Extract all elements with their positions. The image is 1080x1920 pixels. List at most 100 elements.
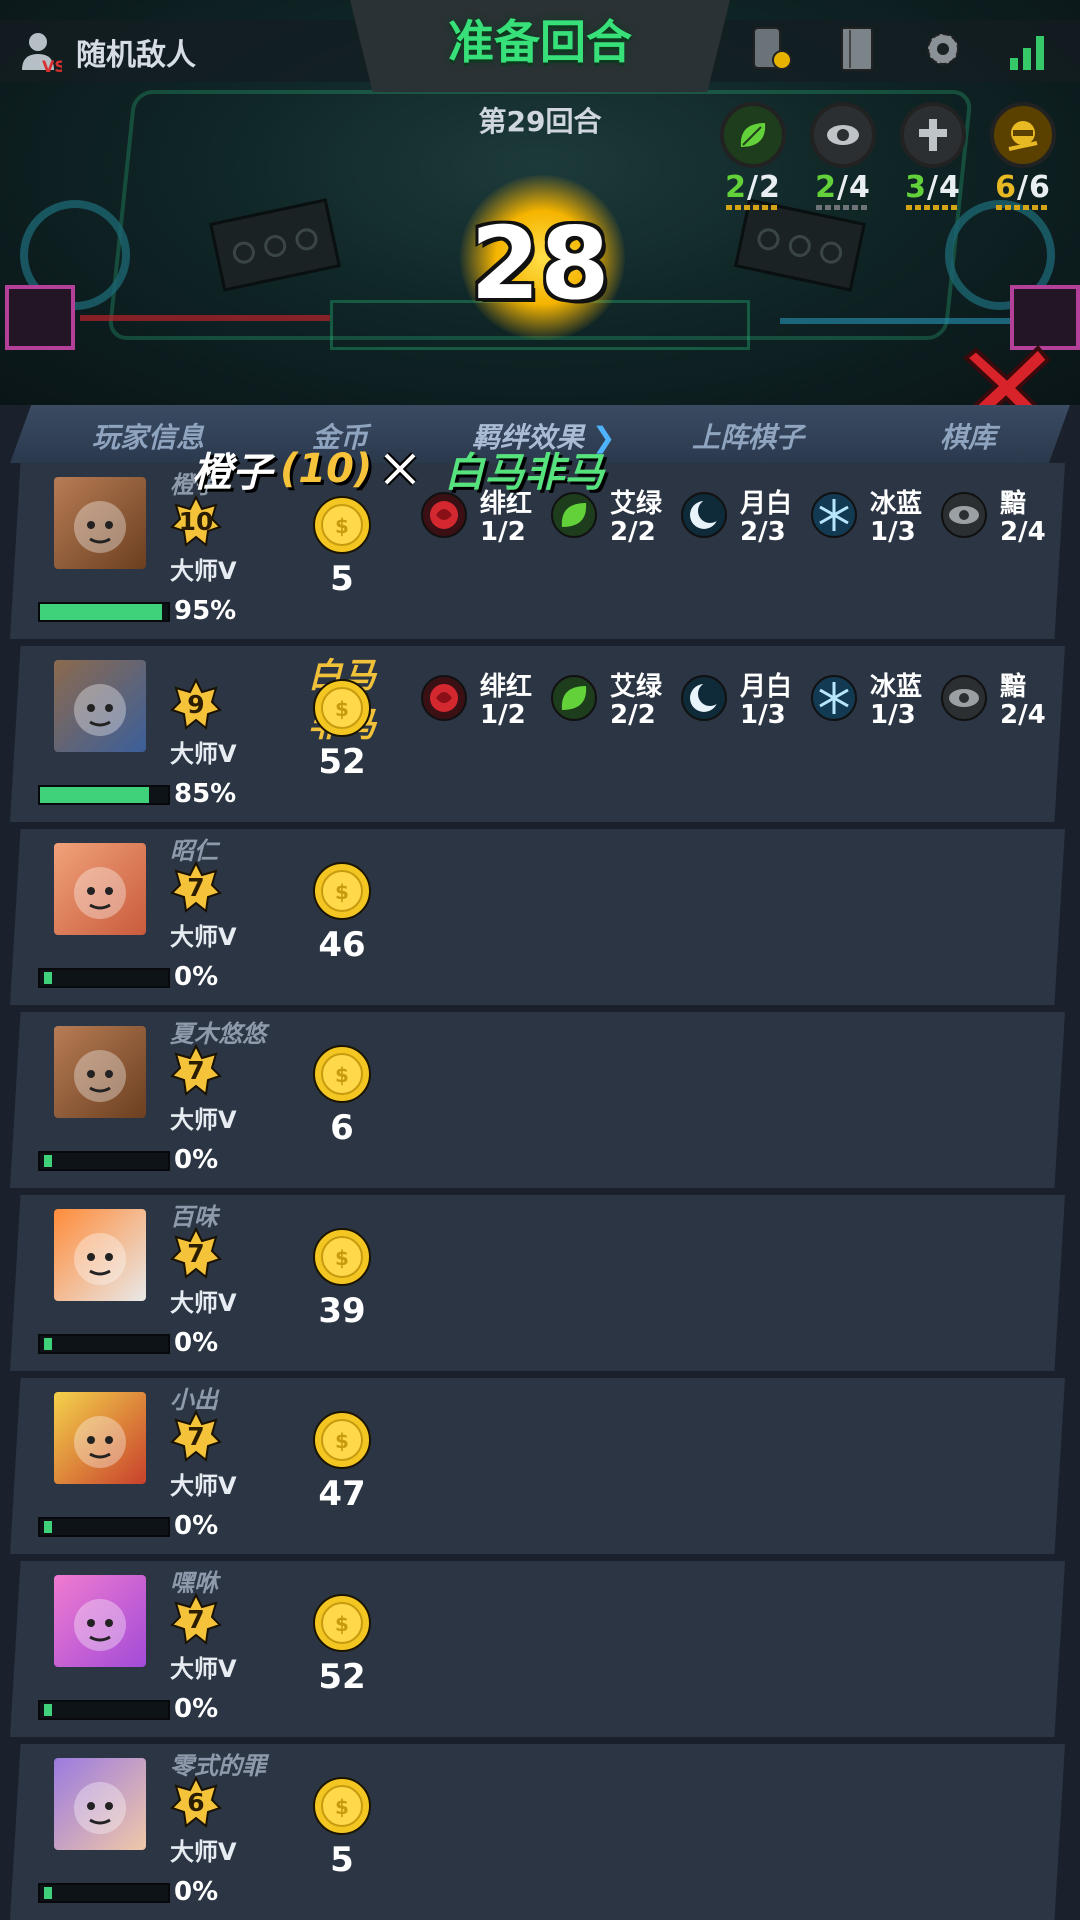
player-gold: 52 — [318, 742, 366, 782]
tab-deployed[interactable]: 上阵棋子 — [692, 416, 804, 456]
trait-total-count: /4 — [837, 170, 871, 205]
synergy-name: 艾绿 — [610, 489, 663, 519]
synergy-name: 艾绿 — [610, 672, 663, 702]
battle-indicator: 橙子 (10) 白马非马 — [192, 440, 604, 498]
player-rank: 大师V — [170, 740, 237, 768]
gold-coin-icon: $ — [313, 1594, 371, 1652]
random-enemy-button[interactable]: VS 随机敌人 — [18, 28, 196, 76]
synergy-item[interactable]: 冰蓝 1/3 — [810, 483, 940, 563]
player-rank: 大师V — [170, 557, 237, 585]
player-avatar[interactable] — [54, 1026, 146, 1118]
player-avatar[interactable] — [54, 1209, 146, 1301]
synergy-count: 2/2 — [610, 700, 656, 730]
player-gold: 5 — [330, 559, 354, 599]
player-level: 7 — [187, 1239, 205, 1268]
xp-bar — [38, 785, 170, 805]
tab-player-info[interactable]: 玩家信息 — [92, 416, 204, 456]
synergy-count: 2/4 — [1000, 517, 1046, 547]
gold-coin-icon: $ — [313, 1228, 371, 1286]
book-icon[interactable] — [834, 24, 880, 74]
battle-player-b: 白马非马 — [444, 450, 605, 496]
synergy-name: 冰蓝 — [870, 489, 923, 519]
tab-bench[interactable]: 棋库 — [940, 416, 996, 456]
trait-total-count: /2 — [747, 170, 781, 205]
battle-player-a: 橙子 — [192, 450, 272, 496]
synergy-name: 冰蓝 — [870, 672, 923, 702]
trait-ninja[interactable]: 6/6 — [990, 102, 1056, 210]
player-avatar[interactable] — [54, 843, 146, 935]
synergy-count: 1/3 — [740, 700, 786, 730]
synergy-item[interactable]: 月白 2/3 — [680, 483, 810, 563]
synergy-item[interactable]: 黯 2/4 — [940, 666, 1070, 746]
crossed-swords-icon — [383, 452, 418, 486]
trait-cross[interactable]: 3/4 — [900, 102, 966, 210]
trait-eye[interactable]: 2/4 — [810, 102, 876, 210]
random-enemy-label: 随机敌人 — [76, 38, 196, 73]
synergy-count: 2/4 — [1000, 700, 1046, 730]
xp-bar — [38, 1700, 170, 1720]
xp-bar — [38, 1883, 170, 1903]
player-avatar[interactable] — [54, 1575, 146, 1667]
xp-bar — [38, 1517, 170, 1537]
svg-text:$: $ — [335, 514, 349, 538]
xp-percent: 0% — [174, 1877, 219, 1907]
xp-percent: 95% — [174, 596, 237, 626]
synergy-item[interactable]: 艾绿 2/2 — [550, 666, 680, 746]
synergy-count: 2/2 — [610, 517, 656, 547]
player-avatar[interactable] — [54, 1392, 146, 1484]
player-avatar[interactable] — [54, 477, 146, 569]
player-level: 7 — [187, 1056, 205, 1085]
snowflake-icon — [810, 674, 858, 722]
xp-percent: 0% — [174, 962, 219, 992]
player-rank: 大师V — [170, 1655, 237, 1683]
phone-sync-icon[interactable] — [748, 24, 794, 74]
synergy-count: 1/3 — [870, 700, 916, 730]
gold-coin-icon: $ — [313, 1411, 371, 1469]
synergy-item[interactable]: 冰蓝 1/3 — [810, 666, 940, 746]
snowflake-icon — [810, 491, 858, 539]
synergy-name: 绯红 — [480, 672, 533, 702]
player-level: 7 — [187, 1605, 205, 1634]
trait-active-count: 2 — [815, 170, 838, 205]
synergy-count: 1/2 — [480, 700, 526, 730]
synergy-item[interactable]: 黯 2/4 — [940, 483, 1070, 563]
trait-active-count: 3 — [905, 170, 928, 205]
player-level: 7 — [187, 1422, 205, 1451]
svg-text:$: $ — [335, 697, 349, 721]
monitor-left — [5, 285, 75, 350]
svg-text:$: $ — [335, 1612, 349, 1636]
player-rank: 大师V — [170, 923, 237, 951]
svg-text:$: $ — [335, 1795, 349, 1819]
moon-icon — [680, 674, 728, 722]
player-gold: 6 — [330, 1108, 354, 1148]
trait-leaf[interactable]: 2/2 — [720, 102, 786, 210]
gold-coin-icon: $ — [313, 679, 371, 737]
player-level: 6 — [187, 1788, 205, 1817]
leaf-icon — [550, 491, 598, 539]
synergy-item[interactable]: 月白 1/3 — [680, 666, 810, 746]
player-gold: 39 — [318, 1291, 366, 1331]
player-level: 10 — [178, 507, 214, 536]
trait-total-count: /6 — [1017, 170, 1051, 205]
synergy-item[interactable]: 绯红 1/2 — [420, 666, 550, 746]
rose-icon — [420, 491, 468, 539]
player-level: 9 — [187, 690, 205, 719]
player-gold: 52 — [318, 1657, 366, 1697]
battle-player-a-level: (10) — [280, 446, 373, 492]
signal-icon — [1010, 36, 1044, 70]
moon-icon — [680, 491, 728, 539]
svg-text:$: $ — [335, 880, 349, 904]
gear-icon[interactable] — [920, 24, 966, 74]
rose-icon — [420, 674, 468, 722]
svg-text:$: $ — [335, 1063, 349, 1087]
player-avatar[interactable] — [54, 1758, 146, 1850]
gold-coin-icon: $ — [313, 862, 371, 920]
xp-bar — [38, 602, 170, 622]
player-rank: 大师V — [170, 1472, 237, 1500]
xp-percent: 0% — [174, 1694, 219, 1724]
trait-active-count: 6 — [995, 170, 1018, 205]
svg-text:VS: VS — [42, 57, 62, 74]
player-avatar[interactable] — [54, 660, 146, 752]
xp-percent: 0% — [174, 1145, 219, 1175]
xp-percent: 85% — [174, 779, 237, 809]
